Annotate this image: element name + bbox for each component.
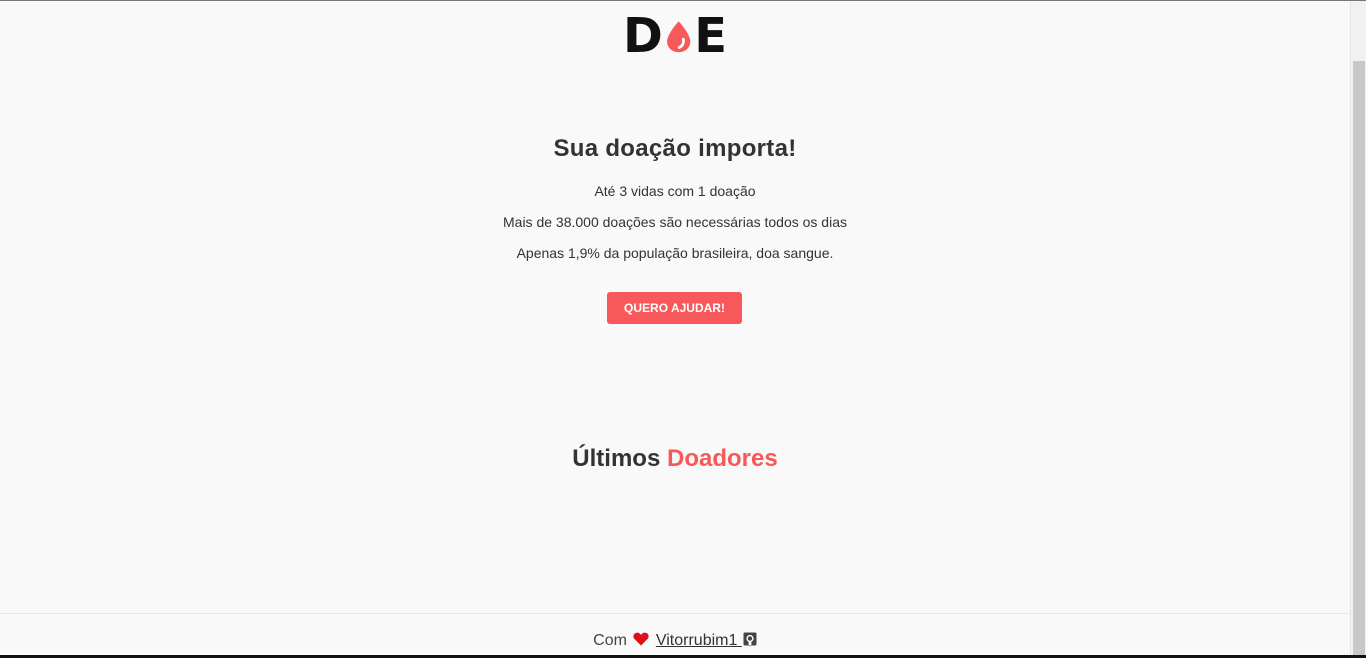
github-icon — [743, 632, 757, 646]
scrollbar-thumb[interactable] — [1353, 61, 1365, 655]
donors-section-title: Últimos Doadores — [0, 445, 1350, 473]
logo-letter-e: E — [694, 8, 727, 64]
author-name: Vitorrubim1 — [655, 632, 738, 649]
vertical-scrollbar[interactable] — [1350, 1, 1366, 658]
heart-icon — [633, 632, 649, 646]
donors-title-accent: Doadores — [666, 445, 778, 472]
quero-ajudar-button[interactable]: QUERO AJUDAR! — [607, 292, 742, 324]
footer-credit: Com Vitorrubim1 — [0, 632, 1350, 650]
author-link[interactable]: Vitorrubim1 — [656, 632, 757, 649]
hero-fact-1: Até 3 vidas com 1 doação — [594, 183, 756, 199]
hero-fact-2: Mais de 38.000 doações são necessárias t… — [503, 214, 847, 230]
logo-letter-d: D — [623, 8, 663, 64]
doe-logo[interactable]: D E — [623, 8, 727, 64]
donors-title-prefix: Últimos — [572, 445, 661, 472]
hero-fact-3: Apenas 1,9% da população brasileira, doa… — [516, 245, 834, 261]
page: D E Sua doação importa! Até 3 vidas com … — [0, 0, 1366, 658]
blood-drop-icon — [666, 21, 691, 53]
footer: Com Vitorrubim1 — [0, 613, 1350, 658]
footer-prefix: Com — [593, 632, 627, 649]
main-content: D E Sua doação importa! Até 3 vidas com … — [0, 1, 1350, 658]
hero-title: Sua doação importa! — [553, 135, 797, 162]
